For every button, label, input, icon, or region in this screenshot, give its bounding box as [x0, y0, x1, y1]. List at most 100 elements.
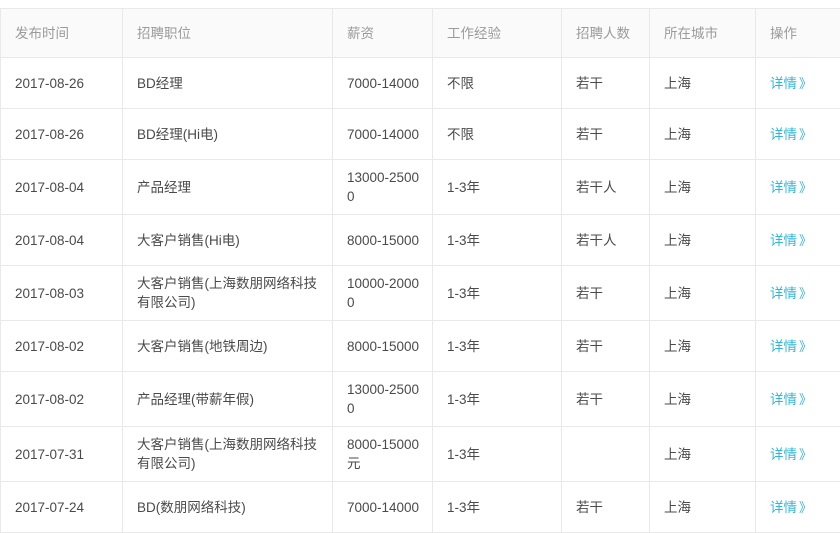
cell-experience: 1-3年: [433, 215, 562, 266]
cell-experience: 1-3年: [433, 160, 562, 215]
cell-experience: 不限: [433, 109, 562, 160]
cell-action: 详情》: [756, 215, 840, 266]
cell-action: 详情》: [756, 482, 840, 533]
cell-city: 上海: [650, 58, 756, 109]
cell-position: BD(数朋网络科技): [123, 482, 333, 533]
cell-salary: 7000-14000: [333, 109, 433, 160]
cell-headcount: 若干: [562, 321, 650, 372]
detail-link-label: 详情: [770, 286, 797, 301]
cell-city: 上海: [650, 160, 756, 215]
cell-city: 上海: [650, 482, 756, 533]
cell-publish-time: 2017-07-31: [1, 427, 123, 482]
cell-salary: 10000-20000: [333, 266, 433, 321]
table-row: 2017-08-02大客户销售(地铁周边)8000-150001-3年若干上海详…: [1, 321, 840, 372]
cell-position: 大客户销售(上海数朋网络科技有限公司): [123, 427, 333, 482]
detail-link[interactable]: 详情》: [770, 392, 812, 407]
column-header-salary[interactable]: 薪资: [333, 9, 433, 58]
cell-publish-time: 2017-08-26: [1, 58, 123, 109]
detail-link-label: 详情: [770, 180, 797, 195]
column-header-action[interactable]: 操作: [756, 9, 840, 58]
cell-experience: 1-3年: [433, 482, 562, 533]
cell-action: 详情》: [756, 427, 840, 482]
cell-position: 大客户销售(地铁周边): [123, 321, 333, 372]
detail-link[interactable]: 详情》: [770, 233, 812, 248]
column-header-city[interactable]: 所在城市: [650, 9, 756, 58]
cell-experience: 1-3年: [433, 427, 562, 482]
cell-publish-time: 2017-08-02: [1, 372, 123, 427]
cell-city: 上海: [650, 215, 756, 266]
cell-headcount: 若干: [562, 58, 650, 109]
cell-position: 产品经理: [123, 160, 333, 215]
cell-publish-time: 2017-08-04: [1, 215, 123, 266]
column-header-position[interactable]: 招聘职位: [123, 9, 333, 58]
detail-link[interactable]: 详情》: [770, 500, 812, 515]
cell-city: 上海: [650, 109, 756, 160]
cell-salary: 7000-14000: [333, 482, 433, 533]
detail-link[interactable]: 详情》: [770, 180, 812, 195]
job-listing-table: 发布时间 招聘职位 薪资 工作经验 招聘人数 所在城市 操作 2017-08-2…: [0, 8, 840, 533]
cell-city: 上海: [650, 321, 756, 372]
cell-position: 产品经理(带薪年假): [123, 372, 333, 427]
cell-headcount: [562, 427, 650, 482]
chevron-right-icon: 》: [797, 127, 812, 142]
cell-city: 上海: [650, 372, 756, 427]
cell-position: 大客户销售(Hi电): [123, 215, 333, 266]
cell-publish-time: 2017-08-02: [1, 321, 123, 372]
cell-headcount: 若干: [562, 109, 650, 160]
cell-headcount: 若干: [562, 372, 650, 427]
column-header-publish-time[interactable]: 发布时间: [1, 9, 123, 58]
detail-link[interactable]: 详情》: [770, 447, 812, 462]
table-row: 2017-07-24BD(数朋网络科技)7000-140001-3年若干上海详情…: [1, 482, 840, 533]
cell-publish-time: 2017-07-24: [1, 482, 123, 533]
cell-city: 上海: [650, 427, 756, 482]
table-row: 2017-08-04产品经理13000-250001-3年若干人上海详情》: [1, 160, 840, 215]
cell-action: 详情》: [756, 372, 840, 427]
table-header-row: 发布时间 招聘职位 薪资 工作经验 招聘人数 所在城市 操作: [1, 9, 840, 58]
cell-action: 详情》: [756, 58, 840, 109]
detail-link-label: 详情: [770, 127, 797, 142]
job-listing-table-container: 发布时间 招聘职位 薪资 工作经验 招聘人数 所在城市 操作 2017-08-2…: [0, 0, 840, 533]
table-row: 2017-08-04大客户销售(Hi电)8000-150001-3年若干人上海详…: [1, 215, 840, 266]
cell-headcount: 若干: [562, 266, 650, 321]
cell-action: 详情》: [756, 266, 840, 321]
detail-link-label: 详情: [770, 392, 797, 407]
table-row: 2017-08-26BD经理7000-14000不限若干上海详情》: [1, 58, 840, 109]
column-header-experience[interactable]: 工作经验: [433, 9, 562, 58]
table-row: 2017-08-03大客户销售(上海数朋网络科技有限公司)10000-20000…: [1, 266, 840, 321]
table-row: 2017-08-26BD经理(Hi电)7000-14000不限若干上海详情》: [1, 109, 840, 160]
cell-headcount: 若干人: [562, 160, 650, 215]
cell-publish-time: 2017-08-03: [1, 266, 123, 321]
table-row: 2017-07-31大客户销售(上海数朋网络科技有限公司)8000-15000元…: [1, 427, 840, 482]
cell-action: 详情》: [756, 109, 840, 160]
detail-link[interactable]: 详情》: [770, 286, 812, 301]
cell-position: BD经理(Hi电): [123, 109, 333, 160]
column-header-headcount[interactable]: 招聘人数: [562, 9, 650, 58]
table-row: 2017-08-02产品经理(带薪年假)13000-250001-3年若干上海详…: [1, 372, 840, 427]
cell-experience: 不限: [433, 58, 562, 109]
chevron-right-icon: 》: [797, 233, 812, 248]
chevron-right-icon: 》: [797, 500, 812, 515]
cell-salary: 13000-25000: [333, 372, 433, 427]
detail-link[interactable]: 详情》: [770, 339, 812, 354]
detail-link-label: 详情: [770, 233, 797, 248]
chevron-right-icon: 》: [797, 392, 812, 407]
cell-headcount: 若干人: [562, 215, 650, 266]
cell-experience: 1-3年: [433, 372, 562, 427]
cell-headcount: 若干: [562, 482, 650, 533]
cell-publish-time: 2017-08-26: [1, 109, 123, 160]
detail-link-label: 详情: [770, 447, 797, 462]
cell-action: 详情》: [756, 160, 840, 215]
detail-link-label: 详情: [770, 500, 797, 515]
chevron-right-icon: 》: [797, 447, 812, 462]
cell-salary: 13000-25000: [333, 160, 433, 215]
chevron-right-icon: 》: [797, 76, 812, 91]
cell-position: 大客户销售(上海数朋网络科技有限公司): [123, 266, 333, 321]
detail-link[interactable]: 详情》: [770, 76, 812, 91]
chevron-right-icon: 》: [797, 286, 812, 301]
table-body: 2017-08-26BD经理7000-14000不限若干上海详情》2017-08…: [1, 58, 840, 533]
detail-link-label: 详情: [770, 339, 797, 354]
cell-action: 详情》: [756, 321, 840, 372]
detail-link[interactable]: 详情》: [770, 127, 812, 142]
cell-salary: 7000-14000: [333, 58, 433, 109]
cell-experience: 1-3年: [433, 266, 562, 321]
